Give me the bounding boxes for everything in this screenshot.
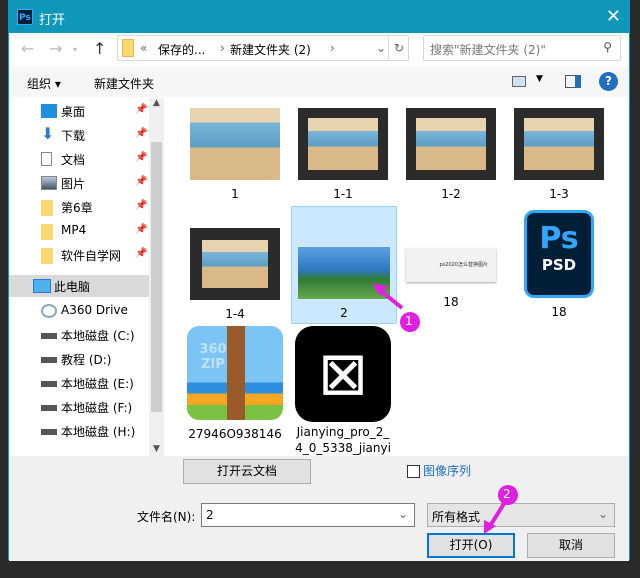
annotation-label-1: 1 — [405, 314, 413, 328]
annotation-label-2: 2 — [503, 487, 511, 501]
annotation-arrow-1 — [378, 288, 404, 310]
annotation-overlay — [372, 283, 518, 534]
annotation-arrow-2 — [488, 500, 507, 528]
